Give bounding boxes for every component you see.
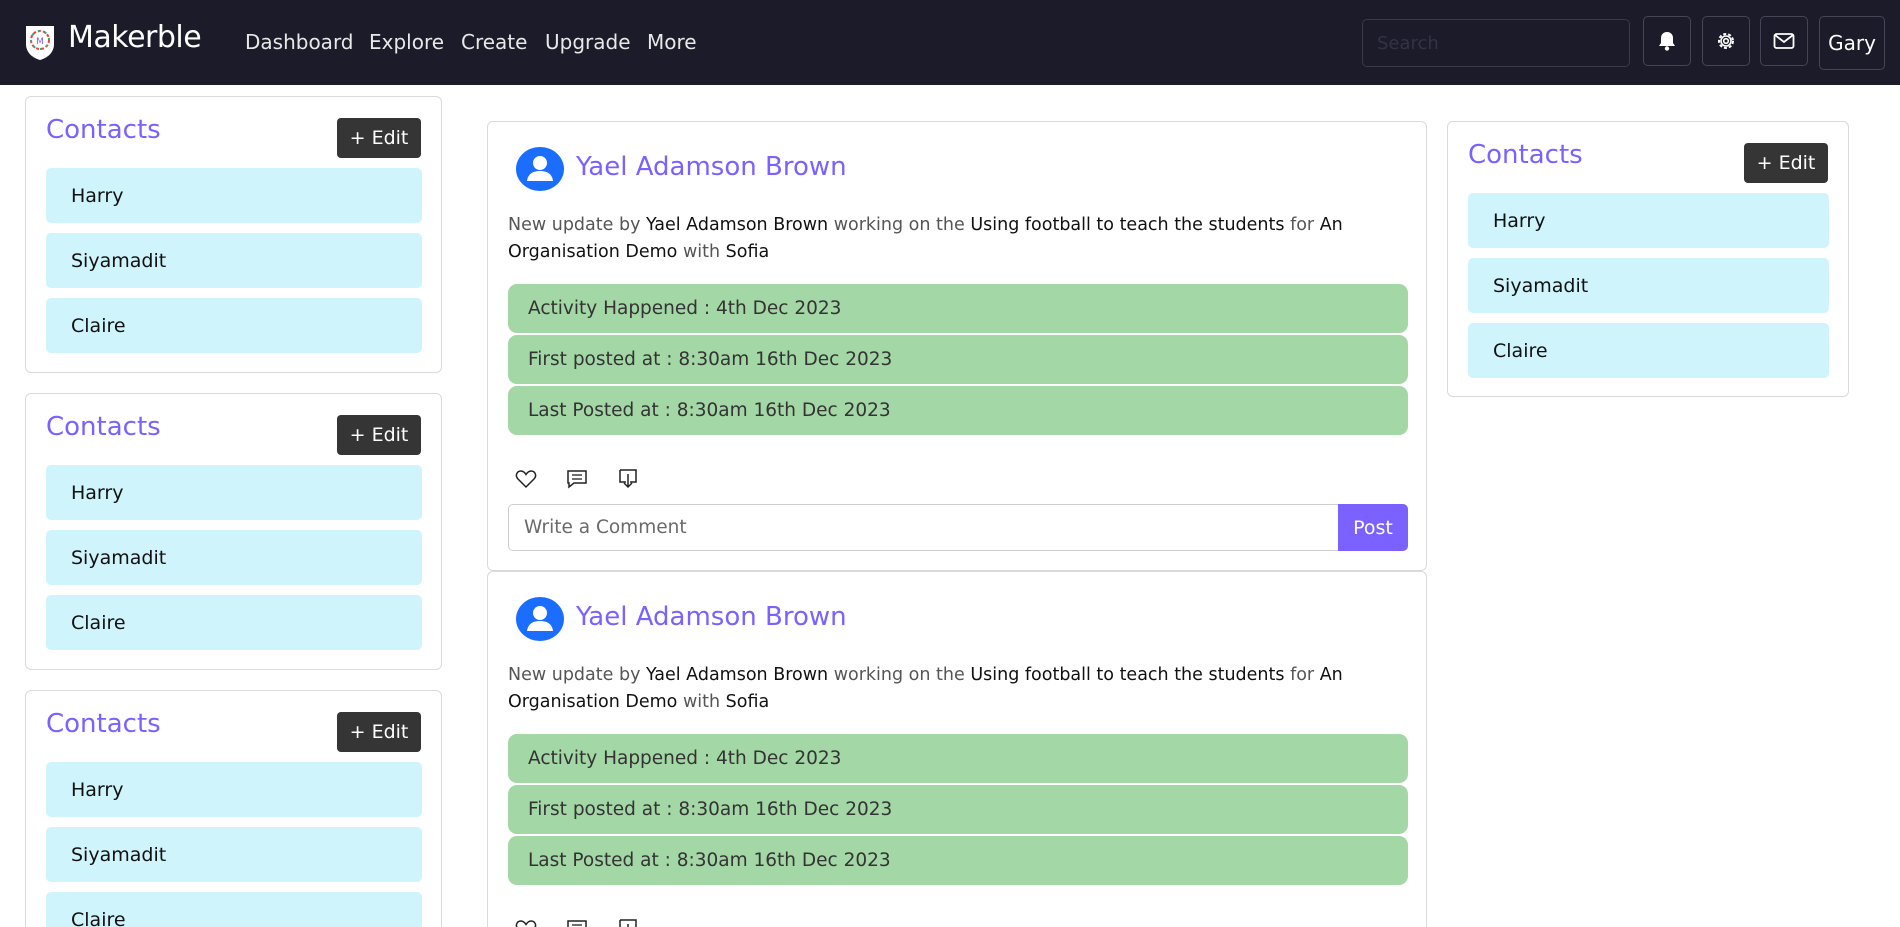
- contacts-title: Contacts: [1468, 140, 1583, 170]
- activity-date-bar: Activity Happened : 4th Dec 2023: [508, 284, 1408, 333]
- chat-icon: [567, 470, 587, 489]
- comment-input[interactable]: [508, 504, 1338, 551]
- desc-text: with: [677, 242, 726, 262]
- first-posted-bar: First posted at : 8:30am 16th Dec 2023: [508, 335, 1408, 384]
- nav-dashboard[interactable]: Dashboard: [245, 30, 354, 54]
- post-author-name[interactable]: Yael Adamson Brown: [576, 152, 847, 182]
- download-icon: [619, 919, 637, 927]
- desc-text: working on the: [828, 665, 971, 685]
- messages-button[interactable]: [1760, 16, 1808, 66]
- contact-item[interactable]: Harry: [46, 762, 422, 817]
- edit-contacts-button[interactable]: + Edit: [1744, 143, 1828, 183]
- contact-item[interactable]: Harry: [46, 465, 422, 520]
- post-description: New update by Yael Adamson Brown working…: [508, 662, 1388, 716]
- comment-button[interactable]: [564, 466, 590, 492]
- bell-icon: [1659, 32, 1675, 51]
- desc-text: for: [1284, 665, 1320, 685]
- gear-icon: [1718, 33, 1734, 49]
- notifications-button[interactable]: [1643, 16, 1691, 66]
- contact-item[interactable]: Siyamadit: [46, 530, 422, 585]
- top-navbar: M Makerble Dashboard Explore Create Upgr…: [0, 0, 1900, 85]
- like-button[interactable]: [513, 916, 539, 927]
- svg-text:M: M: [36, 37, 44, 47]
- envelope-icon: [1773, 33, 1795, 49]
- heart-icon: [515, 920, 537, 927]
- nav-more[interactable]: More: [647, 30, 697, 54]
- desc-text: with: [677, 692, 726, 712]
- desc-project-link[interactable]: Using football to teach the students: [970, 665, 1284, 685]
- contact-item[interactable]: Harry: [46, 168, 422, 223]
- post-author-name[interactable]: Yael Adamson Brown: [576, 602, 847, 632]
- desc-text: working on the: [828, 215, 971, 235]
- desc-text: for: [1284, 215, 1320, 235]
- contact-item[interactable]: Siyamadit: [46, 827, 422, 882]
- search-input[interactable]: [1362, 19, 1630, 67]
- post-comment-button[interactable]: Post: [1338, 504, 1408, 551]
- desc-author-link[interactable]: Yael Adamson Brown: [646, 665, 828, 685]
- post-description: New update by Yael Adamson Brown working…: [508, 212, 1388, 266]
- contacts-card: Contacts + Edit Harry Siyamadit Claire: [25, 690, 442, 927]
- contact-item[interactable]: Siyamadit: [46, 233, 422, 288]
- makerble-logo-icon[interactable]: M: [20, 22, 60, 62]
- chat-icon: [567, 920, 587, 927]
- like-button[interactable]: [513, 466, 539, 492]
- post-card: Yael Adamson Brown New update by Yael Ad…: [487, 121, 1427, 571]
- desc-author-link[interactable]: Yael Adamson Brown: [646, 215, 828, 235]
- first-posted-bar: First posted at : 8:30am 16th Dec 2023: [508, 785, 1408, 834]
- contacts-title: Contacts: [46, 412, 161, 442]
- edit-contacts-button[interactable]: + Edit: [337, 712, 421, 752]
- contacts-title: Contacts: [46, 115, 161, 145]
- nav-upgrade[interactable]: Upgrade: [545, 30, 631, 54]
- desc-with-link[interactable]: Sofia: [726, 242, 770, 262]
- contact-item[interactable]: Siyamadit: [1468, 258, 1829, 313]
- activity-date-bar: Activity Happened : 4th Dec 2023: [508, 734, 1408, 783]
- nav-explore[interactable]: Explore: [369, 30, 444, 54]
- contacts-card: Contacts + Edit Harry Siyamadit Claire: [1447, 121, 1849, 397]
- desc-text: New update by: [508, 665, 646, 685]
- download-button[interactable]: [615, 916, 641, 927]
- heart-icon: [515, 470, 537, 489]
- desc-project-link[interactable]: Using football to teach the students: [970, 215, 1284, 235]
- post-card: Yael Adamson Brown New update by Yael Ad…: [487, 571, 1427, 927]
- contact-item[interactable]: Claire: [1468, 323, 1829, 378]
- settings-button[interactable]: [1702, 16, 1750, 66]
- last-posted-bar: Last Posted at : 8:30am 16th Dec 2023: [508, 836, 1408, 885]
- desc-with-link[interactable]: Sofia: [726, 692, 770, 712]
- download-button[interactable]: [615, 466, 641, 492]
- comment-button[interactable]: [564, 916, 590, 927]
- contacts-card: Contacts + Edit Harry Siyamadit Claire: [25, 393, 442, 670]
- nav-create[interactable]: Create: [461, 30, 527, 54]
- contact-item[interactable]: Claire: [46, 595, 422, 650]
- last-posted-bar: Last Posted at : 8:30am 16th Dec 2023: [508, 386, 1408, 435]
- contact-item[interactable]: Claire: [46, 892, 422, 927]
- app-name[interactable]: Makerble: [68, 20, 202, 55]
- user-avatar-icon[interactable]: [516, 147, 564, 191]
- user-avatar-icon[interactable]: [516, 597, 564, 641]
- contact-item[interactable]: Harry: [1468, 193, 1829, 248]
- user-menu-button[interactable]: Gary: [1819, 16, 1885, 70]
- edit-contacts-button[interactable]: + Edit: [337, 118, 421, 158]
- contacts-card: Contacts + Edit Harry Siyamadit Claire: [25, 96, 442, 373]
- edit-contacts-button[interactable]: + Edit: [337, 415, 421, 455]
- download-icon: [619, 469, 637, 489]
- desc-text: New update by: [508, 215, 646, 235]
- contacts-title: Contacts: [46, 709, 161, 739]
- contact-item[interactable]: Claire: [46, 298, 422, 353]
